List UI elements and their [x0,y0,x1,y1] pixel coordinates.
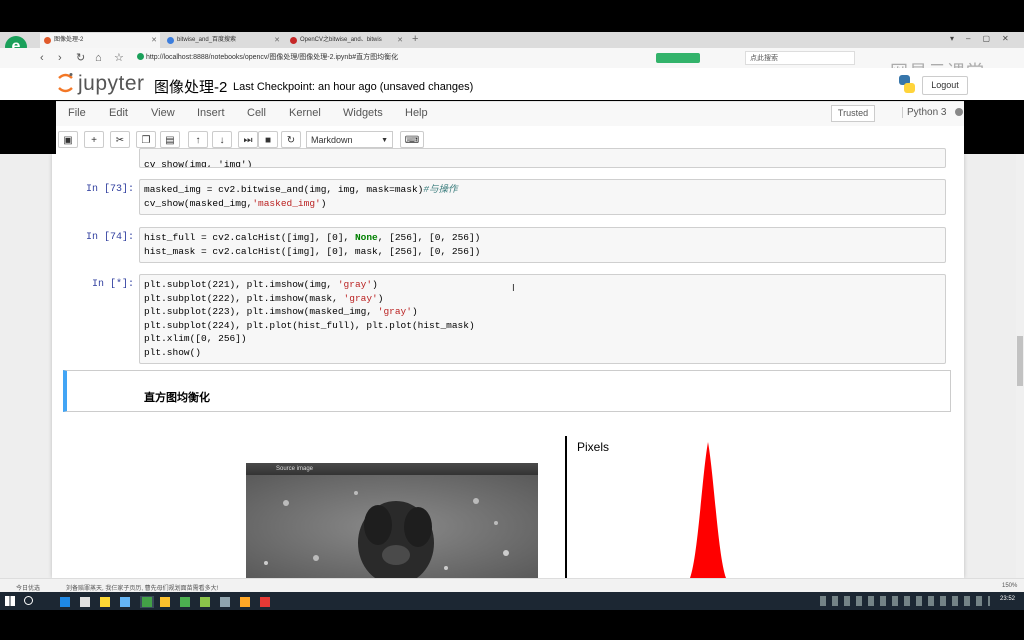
save-icon[interactable]: ▣ [58,131,78,148]
tab-image-processing[interactable]: 图像处理-2 ✕ [40,33,160,48]
code-line: cv_show(img, 'img') [144,158,253,168]
search-input[interactable]: 点此搜索 [745,51,855,65]
taskbar-clock[interactable]: 23:52 [1000,596,1015,602]
menu-cell[interactable]: Cell [247,107,266,119]
cell-prompt: In [*]: [91,279,134,290]
menu-kernel[interactable]: Kernel [289,107,321,119]
search-icon[interactable] [24,596,33,605]
forward-icon[interactable]: › [58,50,62,66]
tab-opencv-article[interactable]: OpenCV之bitwise_and、bitwis ✕ [286,33,406,48]
url-field[interactable]: http://localhost:8888/notebooks/opencv/图… [146,51,651,65]
code-cell-73[interactable]: masked_img = cv2.bitwise_and(img, img, m… [139,179,946,215]
python-logo-icon [896,74,918,94]
status-left-text[interactable]: 今日优选 [16,583,40,592]
browser-status-bar: 今日优选 刘备赔罪蒸天, 我仨家子页历, 曹先母们规划面苗需看多大! 150% [0,578,1024,593]
trusted-indicator[interactable]: Trusted [831,105,875,122]
chevron-down-icon: ▼ [381,137,388,144]
tab-baidu-search[interactable]: bitwise_and_百度搜索 ✕ [163,33,283,48]
paste-icon[interactable]: ▤ [160,131,180,148]
secure-icon [137,53,144,60]
home-icon[interactable]: ⌂ [95,50,102,66]
windows-start-icon[interactable] [5,596,15,606]
code-cell-74[interactable]: hist_full = cv2.calcHist([img], [0], Non… [139,227,946,263]
tab-label: bitwise_and_百度搜索 [177,37,237,43]
new-tab-icon[interactable]: + [412,33,418,45]
move-up-icon[interactable]: ↑ [188,131,208,148]
window-controls[interactable]: ▾–▢✕ [950,34,1021,43]
menu-widgets[interactable]: Widgets [343,107,383,119]
histogram-peak [690,442,726,578]
tab-favicon-icon [167,37,174,44]
cell-prompt: In [73]: [85,184,134,195]
taskbar-apps[interactable] [60,595,280,613]
copy-icon[interactable]: ❐ [136,131,156,148]
kernel-name: Python 3 [902,107,946,118]
tab-label: 图像处理-2 [54,37,84,43]
checkpoint-status: Last Checkpoint: an hour ago (unsaved ch… [233,81,474,93]
code-cell-running[interactable]: plt.subplot(221), plt.imshow(img, 'gray'… [139,274,946,364]
histogram-y-axis [565,436,567,578]
restart-icon[interactable]: ↻ [281,131,301,148]
menu-bar [56,101,964,127]
output-source-image: Source image [246,463,538,578]
status-news-text[interactable]: 刘备赔罪蒸天, 我仨家子页历, 曹先母们规划面苗需看多大! [66,583,218,592]
tab-favicon-icon [44,37,51,44]
menu-file[interactable]: File [68,107,86,119]
notebook-title[interactable]: 图像处理-2 [154,76,227,97]
run-icon[interactable]: ⏭ [238,131,258,148]
kernel-status-icon [955,108,963,116]
cell-type-value: Markdown [311,135,353,145]
extension-badge[interactable] [656,53,700,63]
stop-icon[interactable]: ■ [258,131,278,148]
tab-label: OpenCV之bitwise_and、bitwis [300,37,382,43]
menu-help[interactable]: Help [405,107,428,119]
cell-type-select[interactable]: Markdown ▼ [306,131,393,148]
move-down-icon[interactable]: ↓ [212,131,232,148]
logout-button[interactable]: Logout [922,76,968,95]
menu-insert[interactable]: Insert [197,107,225,119]
histogram-ylabel: Pixels [577,440,610,454]
cut-icon[interactable]: ✂ [110,131,130,148]
text-cursor-icon: I [512,283,515,294]
add-cell-icon[interactable]: + [84,131,104,148]
close-tab-icon[interactable]: ✕ [274,33,280,48]
zoom-level[interactable]: 150% [1002,583,1017,589]
keyboard-icon[interactable]: ⌨ [400,131,424,148]
jupyter-logo-text[interactable]: jupyter [78,72,145,96]
dog-photo-image [246,475,538,578]
menu-edit[interactable]: Edit [109,107,128,119]
back-icon[interactable]: ‹ [40,50,44,66]
markdown-heading: 直方图均衡化 [144,392,210,404]
scrollbar-thumb[interactable] [1017,336,1023,386]
close-tab-icon[interactable]: ✕ [151,33,157,48]
bookmark-star-icon[interactable]: ☆ [114,50,124,66]
tab-favicon-icon [290,37,297,44]
jupyter-logo-icon[interactable] [57,72,74,94]
menu-view[interactable]: View [151,107,175,119]
cell-prompt: In [74]: [85,232,134,243]
system-tray[interactable] [820,596,990,606]
close-tab-icon[interactable]: ✕ [397,33,403,48]
reload-icon[interactable]: ↻ [76,50,85,66]
code-cell-previous[interactable]: cv_show(img, 'img') [139,148,946,168]
